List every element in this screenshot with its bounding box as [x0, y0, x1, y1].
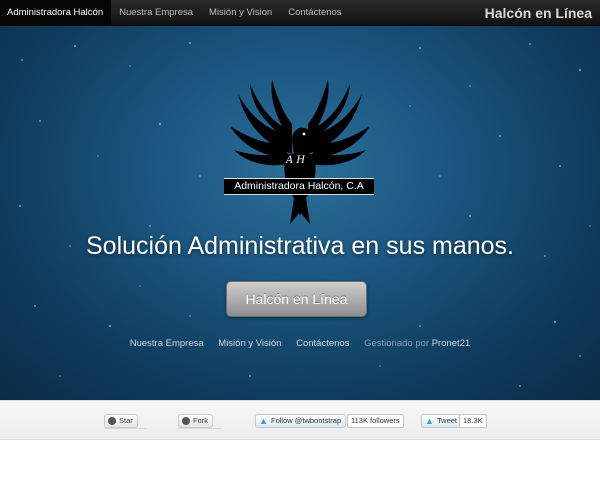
- github-fork-button[interactable]: Fork: [178, 414, 213, 428]
- hero-credit: Gestionado por Pronet21: [364, 338, 470, 349]
- nav-item-administradora-halcon[interactable]: Administradora Halcón: [0, 0, 112, 26]
- hero-link-contactenos[interactable]: Contáctenos: [296, 338, 349, 349]
- hero-credit-brand[interactable]: Pronet21: [432, 338, 471, 349]
- twitter-tweet-button[interactable]: ▲ Tweet: [421, 414, 463, 428]
- follow-label: Follow @twbootstrap: [271, 416, 342, 425]
- nav-item-nuestra-empresa[interactable]: Nuestra Empresa: [111, 0, 201, 26]
- halcon-en-linea-button[interactable]: Halcón en Línea: [226, 281, 367, 317]
- hero-links: Nuestra Empresa Misión y Visión Contácte…: [0, 338, 600, 349]
- hero-link-mision-vision[interactable]: Misión y Visión: [218, 338, 281, 349]
- twitter-follow-button[interactable]: ▲ Follow @twbootstrap: [255, 414, 347, 428]
- logo-company-name: Administradora Halcón, C.A: [224, 178, 374, 195]
- tweet-label: Tweet: [437, 416, 458, 425]
- logo-initials: A H: [286, 155, 306, 166]
- hero-section: A H Administradora Halcón, C.A Solución …: [0, 26, 600, 400]
- top-navbar: Administradora Halcón Nuestra Empresa Mi…: [0, 0, 600, 26]
- hero-credit-prefix: Gestionado por: [364, 338, 430, 349]
- star-count-divider: [104, 428, 146, 429]
- github-star-button[interactable]: Star: [104, 414, 138, 428]
- hero-headline: Solución Administrativa en sus manos.: [86, 232, 514, 260]
- tweet-count: 18.3K: [459, 414, 487, 428]
- navbar-brand[interactable]: Halcón en Línea: [485, 0, 592, 26]
- falcon-logo: [230, 80, 370, 224]
- followers-count: 113K followers: [347, 414, 404, 428]
- twitter-bird-icon: ▲: [425, 416, 434, 426]
- hero-link-nuestra-empresa[interactable]: Nuestra Empresa: [130, 338, 204, 349]
- github-icon: [108, 417, 116, 425]
- fork-count-divider: [178, 428, 222, 429]
- social-buttons-strip: Star Fork ▲ Follow @twbootstrap 113K fol…: [0, 400, 600, 440]
- fork-label: Fork: [193, 416, 208, 425]
- twitter-bird-icon: ▲: [259, 416, 268, 426]
- star-label: Star: [119, 416, 133, 425]
- nav-item-mision-vision[interactable]: Misión y Vision: [201, 0, 280, 26]
- nav-item-contactenos[interactable]: Contáctenos: [280, 0, 349, 26]
- github-icon: [182, 417, 190, 425]
